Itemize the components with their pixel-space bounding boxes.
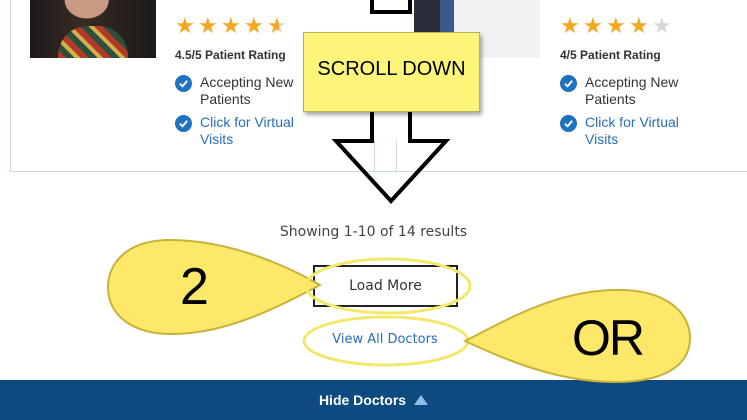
view-all-highlight [302, 315, 470, 367]
scroll-down-note-text: SCROLL DOWN [317, 57, 466, 80]
step-callout-shape [106, 238, 323, 336]
scroll-down-note: SCROLL DOWN [303, 32, 480, 112]
load-more-highlight [304, 257, 472, 315]
step-number-label: 2 [180, 258, 209, 316]
or-label: OR [572, 310, 645, 366]
